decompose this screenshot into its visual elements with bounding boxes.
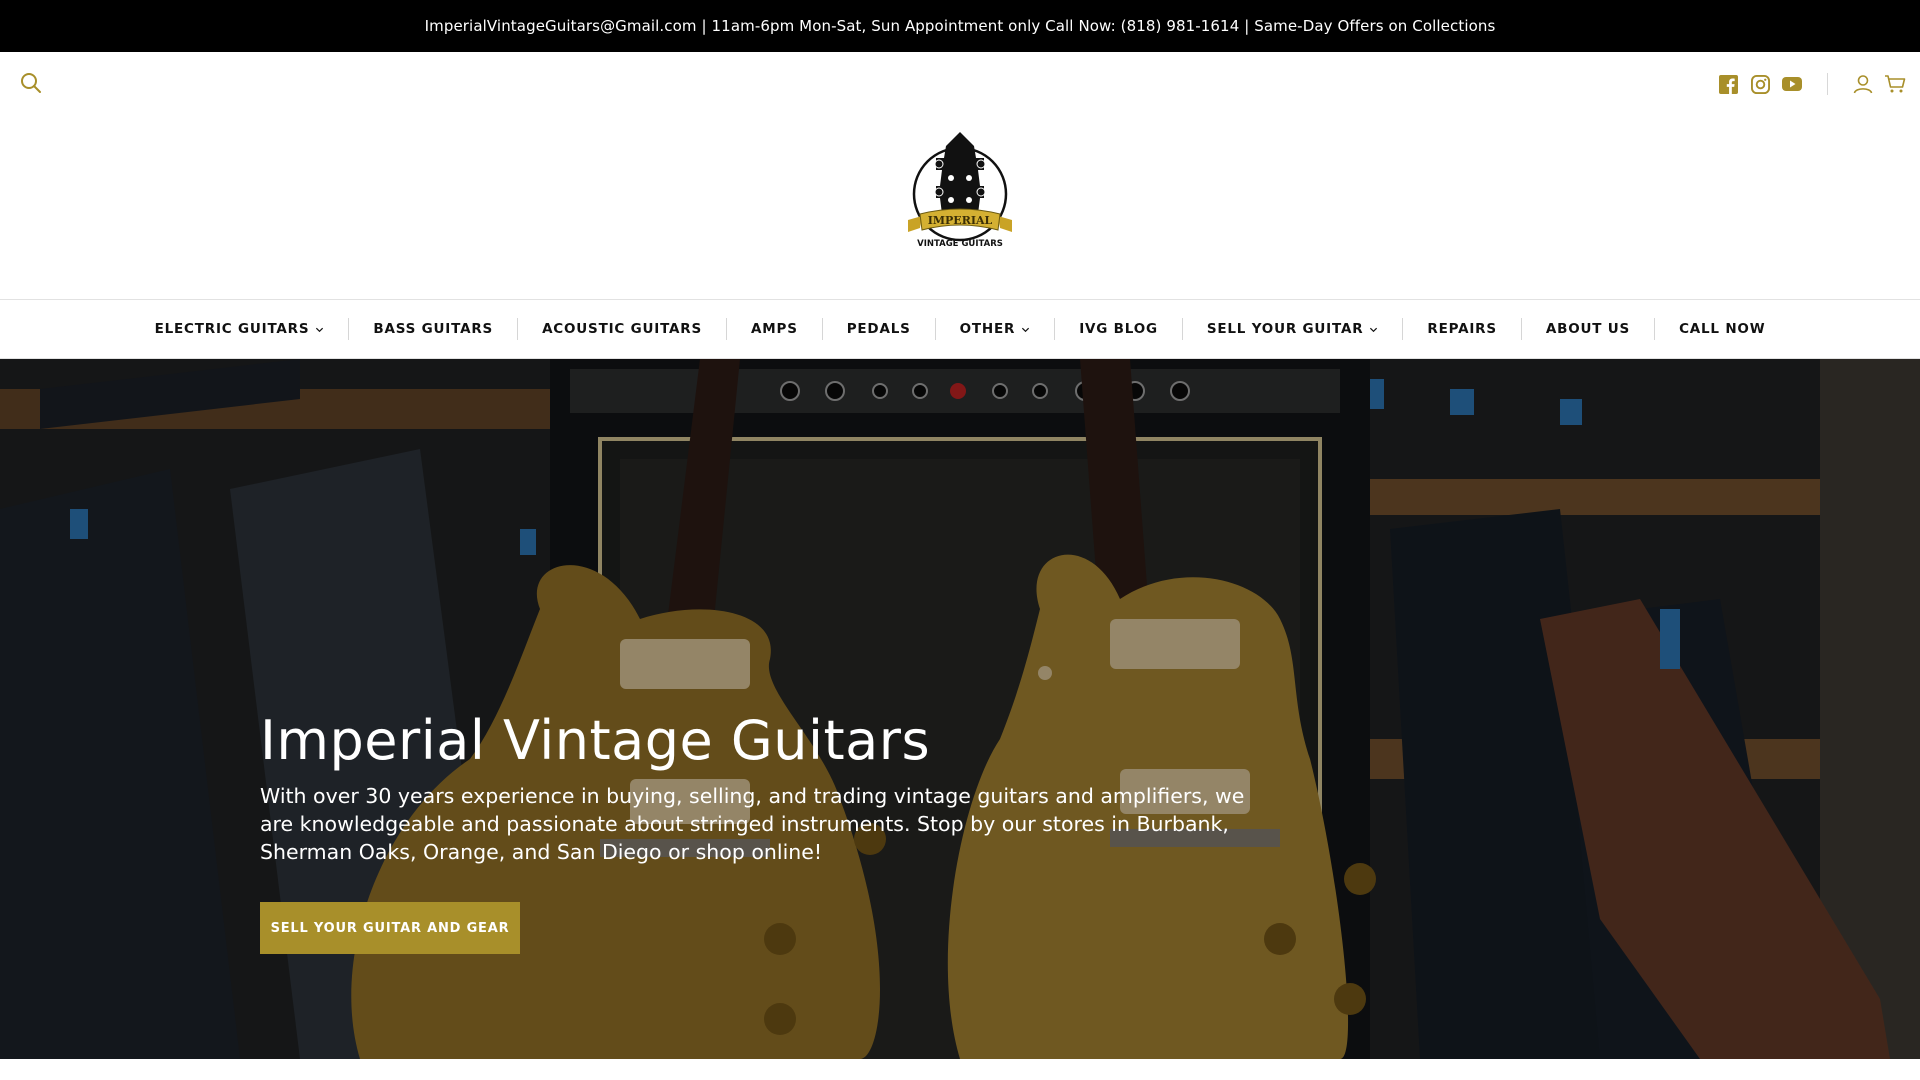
nav-item-label: ABOUT US bbox=[1545, 321, 1631, 337]
nav-item-pedals[interactable]: PEDALS bbox=[821, 318, 935, 340]
nav-item-label: REPAIRS bbox=[1427, 321, 1497, 337]
youtube-icon[interactable] bbox=[1781, 73, 1803, 95]
header-utility-bar bbox=[0, 52, 1920, 98]
nav-item-call-now[interactable]: CALL NOW bbox=[1654, 318, 1789, 340]
announcement-text: ImperialVintageGuitars@Gmail.com | 11am-… bbox=[424, 17, 1496, 35]
cart-icon[interactable] bbox=[1884, 73, 1906, 95]
nav-item-label: PEDALS bbox=[846, 321, 911, 337]
logo-top-text: IMPERIAL bbox=[928, 214, 993, 227]
nav-item-about-us[interactable]: ABOUT US bbox=[1520, 318, 1654, 340]
header-utilities bbox=[1717, 72, 1906, 96]
main-navigation: ELECTRIC GUITARS BASS GUITARS ACOUSTIC G… bbox=[0, 299, 1920, 359]
nav-item-acoustic-guitars[interactable]: ACOUSTIC GUITARS bbox=[517, 318, 726, 340]
logo-guitar-headstock-icon: IMPERIAL VINTAGE GUITARS bbox=[908, 132, 1012, 249]
sell-your-guitar-and-gear-button[interactable]: SELL YOUR GUITAR AND GEAR bbox=[260, 902, 520, 954]
account-icon[interactable] bbox=[1852, 73, 1874, 95]
announcement-bar: ImperialVintageGuitars@Gmail.com | 11am-… bbox=[0, 0, 1920, 52]
nav-item-electric-guitars[interactable]: ELECTRIC GUITARS bbox=[131, 318, 349, 340]
hero-description: With over 30 years experience in buying,… bbox=[260, 784, 1245, 864]
instagram-icon[interactable] bbox=[1749, 73, 1771, 95]
nav-item-sell-your-guitar[interactable]: SELL YOUR GUITAR bbox=[1181, 318, 1403, 340]
chevron-down-icon bbox=[316, 327, 324, 332]
nav-item-label: BASS GUITARS bbox=[373, 321, 494, 337]
search-icon[interactable] bbox=[20, 72, 42, 94]
nav-item-repairs[interactable]: REPAIRS bbox=[1402, 318, 1520, 340]
chevron-down-icon bbox=[1022, 327, 1030, 332]
logo-bottom-text: VINTAGE GUITARS bbox=[917, 239, 1003, 249]
hero-banner: Imperial Vintage Guitars With over 30 ye… bbox=[0, 359, 1920, 1059]
nav-item-amps[interactable]: AMPS bbox=[726, 318, 822, 340]
nav-item-label: ACOUSTIC GUITARS bbox=[542, 321, 703, 337]
nav-item-bass-guitars[interactable]: BASS GUITARS bbox=[348, 318, 517, 340]
nav-item-label: CALL NOW bbox=[1679, 321, 1766, 337]
chevron-down-icon bbox=[1370, 327, 1378, 332]
site-logo[interactable]: IMPERIAL VINTAGE GUITARS bbox=[906, 128, 1014, 262]
nav-item-label: IVG BLOG bbox=[1079, 321, 1158, 337]
facebook-icon[interactable] bbox=[1717, 73, 1739, 95]
nav-item-label: OTHER bbox=[959, 321, 1016, 337]
nav-item-label: SELL YOUR GUITAR bbox=[1206, 321, 1364, 337]
nav-item-ivg-blog[interactable]: IVG BLOG bbox=[1054, 318, 1182, 340]
nav-item-label: ELECTRIC GUITARS bbox=[154, 321, 310, 337]
nav-item-other[interactable]: OTHER bbox=[934, 318, 1055, 340]
hero-title: Imperial Vintage Guitars bbox=[260, 709, 931, 772]
nav-item-label: AMPS bbox=[751, 321, 798, 337]
utility-divider bbox=[1827, 73, 1828, 95]
